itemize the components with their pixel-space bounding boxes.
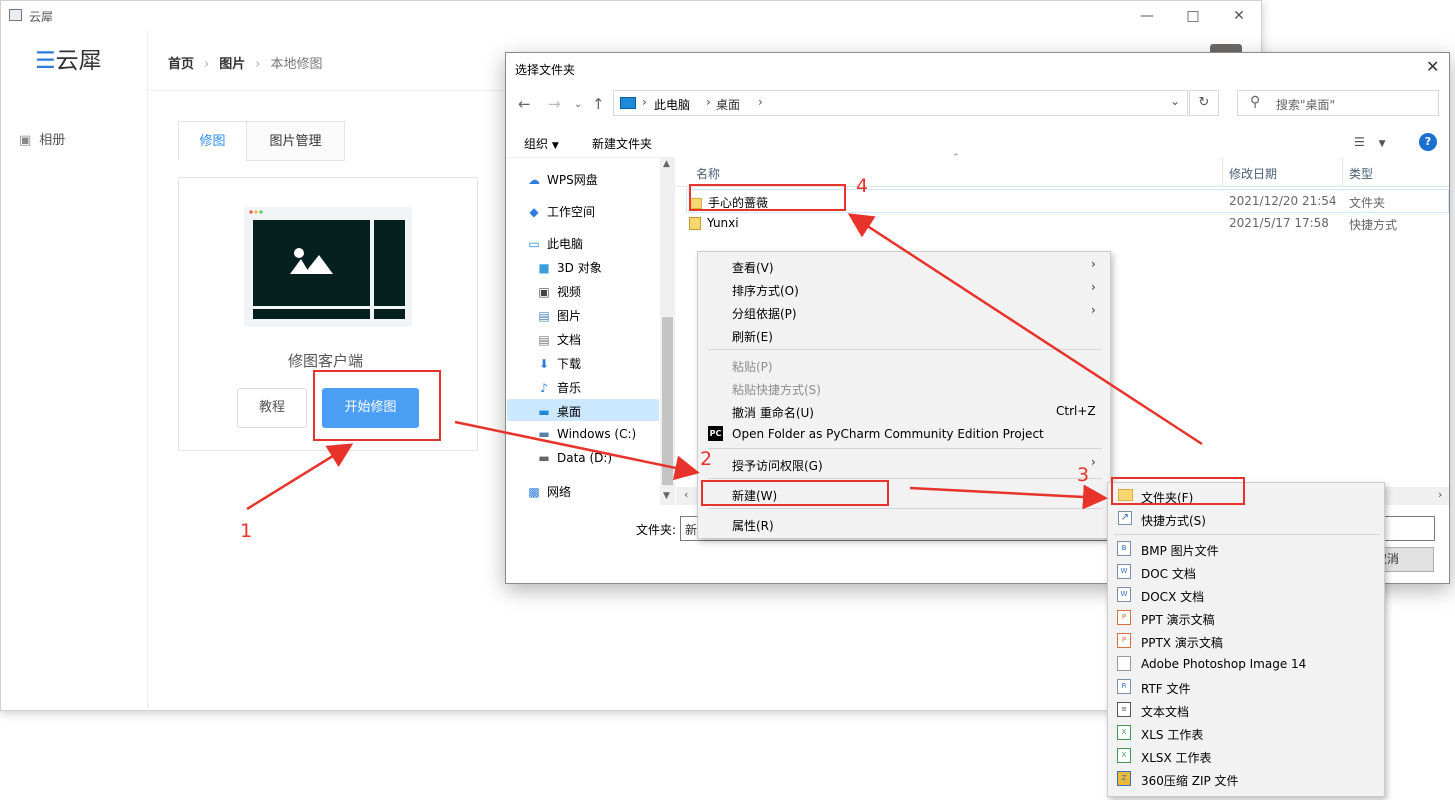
arrow-step-2 bbox=[454, 420, 700, 481]
arrow-step-4 bbox=[847, 213, 1203, 446]
annotation-arrows bbox=[246, 213, 1203, 511]
arrow-step-3 bbox=[909, 484, 1108, 510]
arrow-step-1 bbox=[246, 443, 354, 511]
